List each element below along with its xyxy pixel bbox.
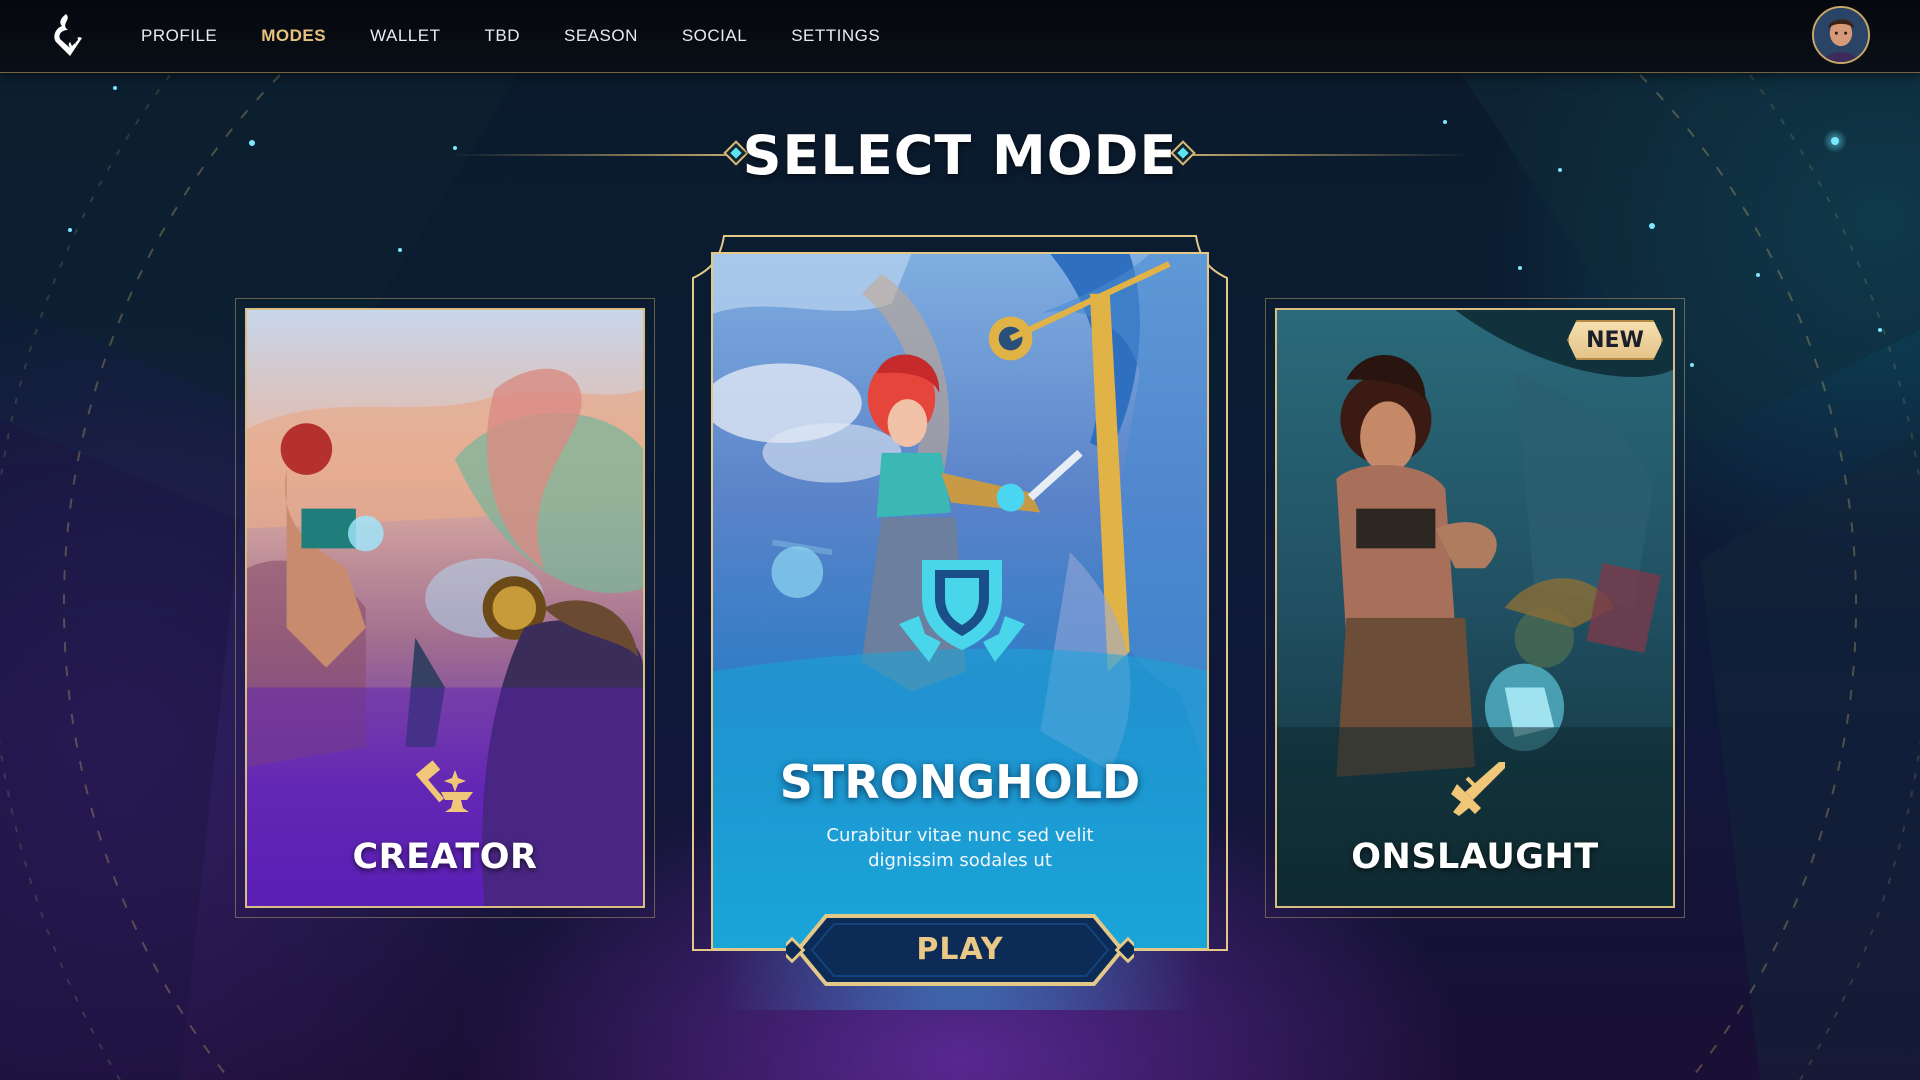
mode-title-onslaught: ONSLAUGHT — [1351, 837, 1599, 877]
mode-title-stronghold: STRONGHOLD — [779, 755, 1141, 809]
mode-card-onslaught[interactable]: NEW ONSLAUGHT — [1275, 308, 1675, 908]
nav-item-profile[interactable]: PROFILE — [141, 26, 217, 46]
play-button-label: PLAY — [916, 932, 1004, 967]
mode-title-creator: CREATOR — [352, 837, 538, 877]
nav-item-wallet[interactable]: WALLET — [370, 26, 440, 46]
nav-item-modes[interactable]: MODES — [261, 26, 326, 46]
mode-card-creator[interactable]: CREATOR — [245, 308, 645, 908]
mode-description-stronghold: Curabitur vitae nunc sed velit dignissim… — [826, 825, 1094, 871]
play-button[interactable]: PLAY — [786, 910, 1134, 990]
page-title: SELECT MODE — [742, 124, 1178, 187]
title-ornament-line-right — [1192, 154, 1470, 156]
nav-item-season[interactable]: SEASON — [564, 26, 638, 46]
flame-logo-icon[interactable] — [48, 12, 90, 58]
main-nav: PROFILE MODES WALLET TBD SEASON SOCIAL S… — [141, 0, 924, 72]
nav-item-social[interactable]: SOCIAL — [682, 26, 747, 46]
new-badge: NEW — [1567, 320, 1663, 360]
top-navigation-bar: PROFILE MODES WALLET TBD SEASON SOCIAL S… — [0, 0, 1920, 73]
user-avatar[interactable] — [1812, 6, 1870, 64]
shield-icon — [899, 560, 1025, 662]
nav-item-settings[interactable]: SETTINGS — [791, 26, 880, 46]
avatar-portrait-icon — [1814, 8, 1868, 62]
page-header: SELECT MODE — [0, 120, 1920, 190]
nav-item-tbd[interactable]: TBD — [484, 26, 520, 46]
